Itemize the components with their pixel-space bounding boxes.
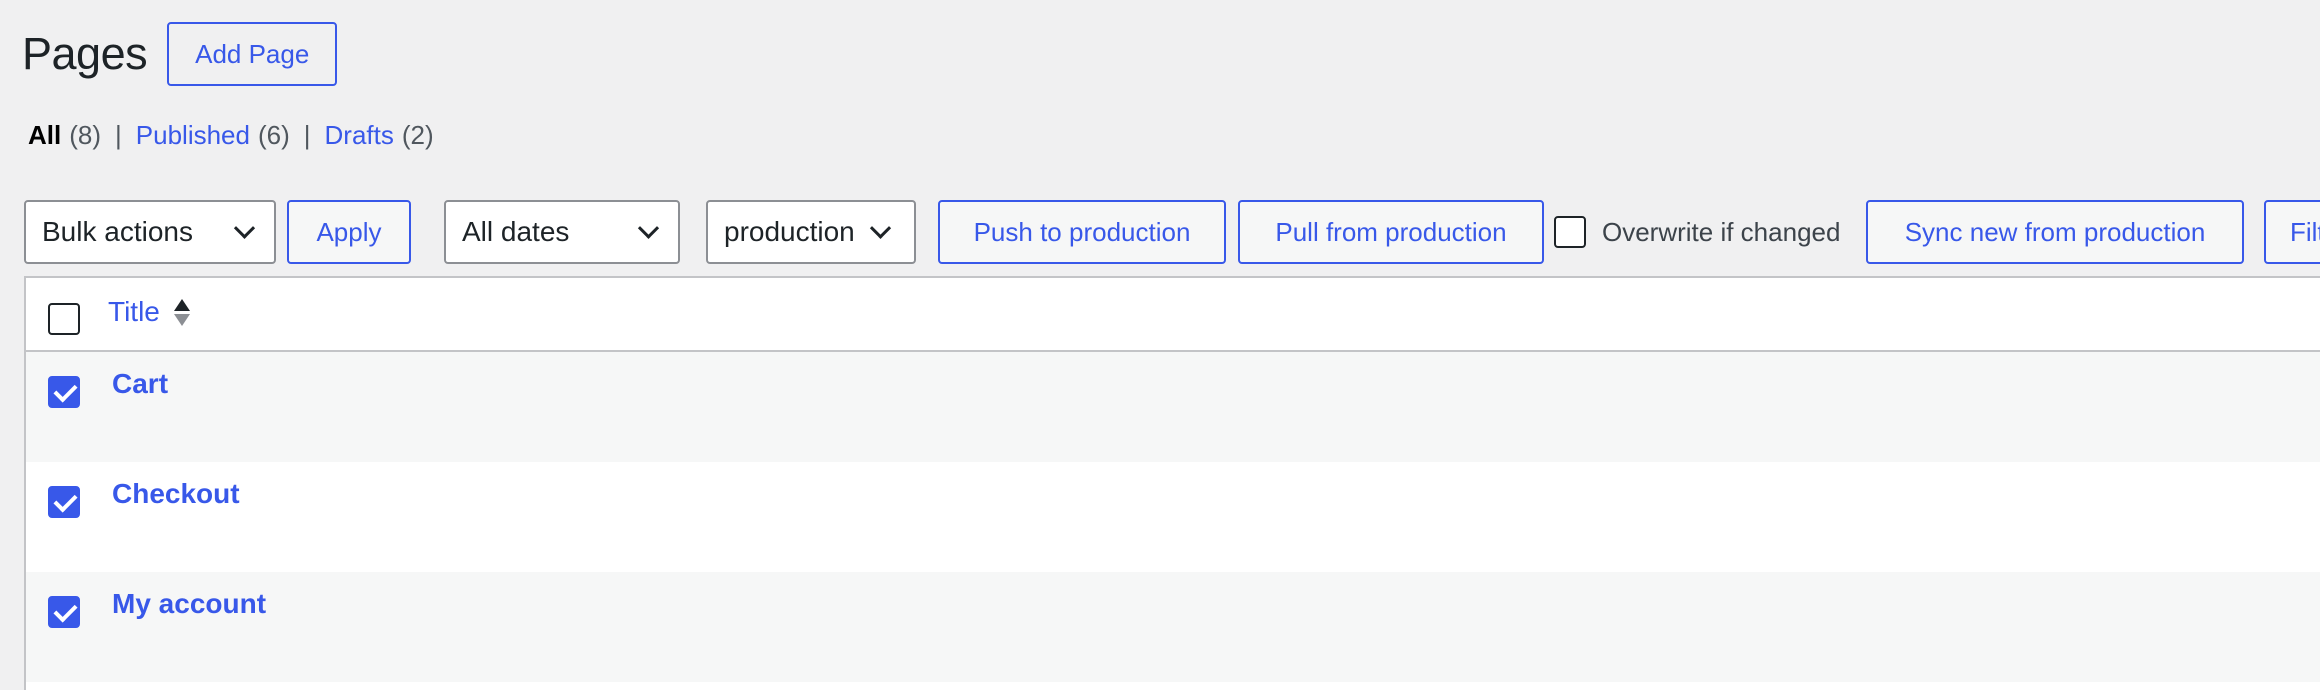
environment-select[interactable]: production bbox=[706, 200, 916, 264]
sort-asc-icon bbox=[173, 298, 190, 311]
table-row: Checkout bbox=[26, 462, 2320, 572]
view-separator: | bbox=[115, 120, 122, 150]
table-row: Cart bbox=[26, 352, 2320, 462]
select-all-checkbox[interactable] bbox=[48, 303, 80, 335]
sort-icon bbox=[173, 298, 190, 326]
view-all-count: (8) bbox=[69, 120, 102, 150]
apply-button[interactable]: Apply bbox=[287, 200, 411, 264]
page-header: Pages Add Page bbox=[22, 22, 338, 86]
page-title: Pages bbox=[22, 28, 148, 79]
environment-value: production bbox=[724, 216, 855, 247]
dates-value: All dates bbox=[462, 216, 570, 247]
view-published-count: (6) bbox=[257, 120, 290, 150]
bulk-actions-select[interactable]: Bulk actions bbox=[24, 200, 276, 264]
dates-select[interactable]: All dates bbox=[444, 200, 680, 264]
pull-from-production-button[interactable]: Pull from production bbox=[1238, 200, 1544, 264]
view-all-link[interactable]: All bbox=[28, 120, 61, 151]
overwrite-option: Overwrite if changed bbox=[1554, 200, 1840, 264]
push-to-production-button[interactable]: Push to production bbox=[938, 200, 1226, 264]
view-published-link[interactable]: Published bbox=[136, 120, 250, 151]
view-filters: All (8) | Published (6) | Drafts (2) bbox=[28, 120, 434, 151]
title-column-label: Title bbox=[108, 296, 160, 327]
view-separator: | bbox=[303, 120, 311, 150]
chevron-down-icon bbox=[233, 217, 256, 239]
add-page-button[interactable]: Add Page bbox=[167, 22, 338, 86]
sync-from-production-button[interactable]: Sync new from production bbox=[1866, 200, 2244, 264]
table-row: My account bbox=[26, 572, 2320, 682]
overwrite-checkbox[interactable] bbox=[1554, 216, 1586, 248]
row-checkbox[interactable] bbox=[48, 486, 80, 518]
chevron-down-icon bbox=[637, 217, 660, 239]
pages-table: Title Cart Checkout My account bbox=[24, 276, 2320, 690]
view-drafts-count: (2) bbox=[401, 120, 434, 150]
row-title-link[interactable]: My account bbox=[112, 588, 266, 620]
bulk-actions-value: Bulk actions bbox=[42, 216, 193, 247]
row-title-link[interactable]: Cart bbox=[112, 368, 168, 400]
table-nav: Bulk actions Apply All dates production … bbox=[24, 200, 2320, 266]
overwrite-label: Overwrite if changed bbox=[1602, 216, 1841, 247]
view-drafts-link[interactable]: Drafts bbox=[325, 120, 394, 151]
chevron-down-icon bbox=[869, 217, 892, 239]
row-title-link[interactable]: Checkout bbox=[112, 478, 240, 510]
filter-button[interactable]: Filter bbox=[2264, 200, 2320, 264]
title-column-sort[interactable]: Title bbox=[108, 296, 190, 328]
table-header: Title bbox=[26, 278, 2320, 352]
row-checkbox[interactable] bbox=[48, 596, 80, 628]
sort-desc-icon bbox=[173, 313, 190, 326]
row-checkbox[interactable] bbox=[48, 376, 80, 408]
